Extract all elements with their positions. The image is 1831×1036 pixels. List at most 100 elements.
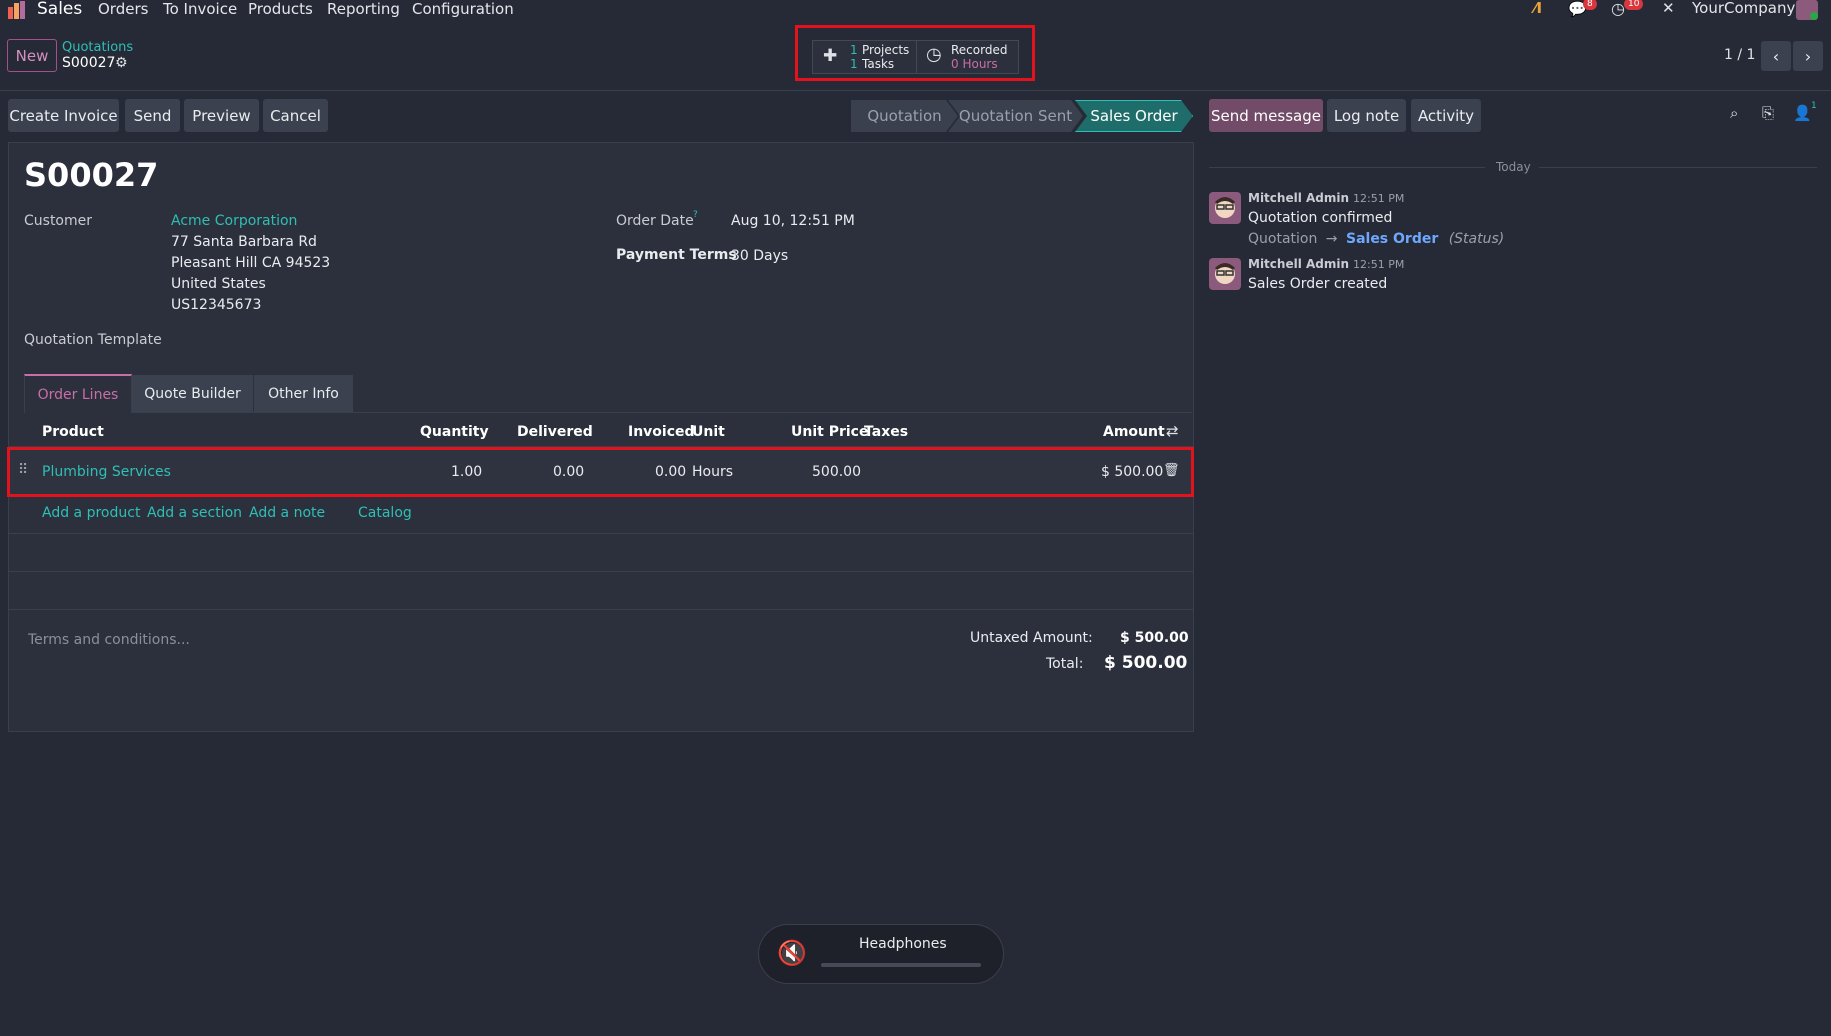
column-unit[interactable]: Unit xyxy=(692,424,725,440)
menu-orders[interactable]: Orders xyxy=(98,0,148,18)
column-product[interactable]: Product xyxy=(42,424,104,440)
arrow-right-icon: → xyxy=(1325,231,1338,247)
tracking-field: (Status) xyxy=(1448,231,1505,247)
breadcrumb-quotations[interactable]: Quotations xyxy=(62,40,133,55)
tab-other-info[interactable]: Other Info xyxy=(254,375,353,412)
message-body: Quotation confirmed xyxy=(1248,210,1393,226)
separator-line xyxy=(1209,167,1485,168)
total-value: $ 500.00 xyxy=(1104,653,1188,673)
total-label: Total: xyxy=(1046,656,1084,672)
add-section-link[interactable]: Add a section xyxy=(147,505,242,521)
column-quantity[interactable]: Quantity xyxy=(420,424,489,440)
customer-link[interactable]: Acme Corporation xyxy=(171,213,297,229)
sales-app-icon[interactable] xyxy=(8,1,26,19)
smart-buttons-highlight-box xyxy=(795,25,1035,81)
create-invoice-button[interactable]: Create Invoice xyxy=(8,99,119,132)
activity-button[interactable]: Activity xyxy=(1411,99,1481,132)
menu-reporting[interactable]: Reporting xyxy=(327,0,400,18)
record-title: S00027 xyxy=(24,156,159,194)
chevron-right-icon: › xyxy=(1804,46,1812,66)
stage-sales-order[interactable]: Sales Order xyxy=(1075,100,1193,132)
message-author[interactable]: Mitchell Admin 12:51 PM xyxy=(1248,257,1404,271)
tab-order-lines[interactable]: Order Lines xyxy=(24,374,132,413)
log-note-button[interactable]: Log note xyxy=(1327,99,1406,132)
pager-value[interactable]: 1 / 1 xyxy=(1724,47,1755,63)
payment-terms-value[interactable]: 30 Days xyxy=(731,248,788,264)
add-product-link[interactable]: Add a product xyxy=(42,505,140,521)
separator-line xyxy=(1539,167,1817,168)
audio-osd-popup: 🔇 Headphones xyxy=(758,924,1004,984)
send-button[interactable]: Send xyxy=(125,99,180,132)
volume-bar xyxy=(821,963,981,967)
user-avatar[interactable] xyxy=(1796,0,1818,20)
address-line-3: United States xyxy=(171,276,266,292)
tracking-old-value: Quotation xyxy=(1248,231,1318,247)
pager-next-button[interactable]: › xyxy=(1793,41,1823,71)
tracking-value: Quotation → Sales Order (Status) xyxy=(1248,231,1504,247)
tracking-new-value: Sales Order xyxy=(1345,231,1439,247)
cancel-button[interactable]: Cancel xyxy=(263,99,328,132)
author-avatar[interactable] xyxy=(1209,192,1241,224)
preview-button[interactable]: Preview xyxy=(184,99,259,132)
debug-tools-icon[interactable]: ✕ xyxy=(1662,0,1675,17)
ai-icon[interactable]: ⁄I xyxy=(1534,0,1542,17)
stage-quotation-sent[interactable]: Quotation Sent xyxy=(948,100,1083,132)
company-switcher[interactable]: YourCompany xyxy=(1692,0,1795,17)
address-line-4: US12345673 xyxy=(171,297,262,313)
column-delivered[interactable]: Delivered xyxy=(517,424,593,440)
top-navbar: Sales Orders To Invoice Products Reporti… xyxy=(0,0,1831,20)
audio-device-label: Headphones xyxy=(859,936,947,952)
message-author-name[interactable]: Mitchell Admin xyxy=(1248,191,1349,205)
speaker-muted-icon: 🔇 xyxy=(777,939,807,967)
search-icon[interactable]: ⌕ xyxy=(1730,104,1738,122)
row-divider xyxy=(8,533,1194,534)
followers-icon[interactable]: 👤 xyxy=(1793,104,1812,122)
menu-products[interactable]: Products xyxy=(248,0,313,18)
app-name[interactable]: Sales xyxy=(37,0,82,19)
send-message-button[interactable]: Send message xyxy=(1209,99,1323,132)
date-separator-label: Today xyxy=(1496,160,1531,174)
column-invoiced[interactable]: Invoiced xyxy=(628,424,695,440)
terms-and-conditions-input[interactable]: Terms and conditions... xyxy=(28,632,190,648)
column-unit-price[interactable]: Unit Price xyxy=(791,424,868,440)
payment-terms-label: Payment Terms xyxy=(616,247,737,263)
message-time: 12:51 PM xyxy=(1353,258,1405,271)
column-taxes[interactable]: Taxes xyxy=(864,424,908,440)
order-date-help-icon[interactable]: ? xyxy=(693,210,698,220)
menu-to-invoice[interactable]: To Invoice xyxy=(163,0,237,18)
tabs-divider xyxy=(24,412,1192,413)
tab-quote-builder[interactable]: Quote Builder xyxy=(132,375,253,412)
add-note-link[interactable]: Add a note xyxy=(249,505,325,521)
record-actions-gear-icon[interactable]: ⚙ xyxy=(115,55,128,71)
order-date-value[interactable]: Aug 10, 12:51 PM xyxy=(731,213,855,229)
row-divider xyxy=(8,571,1194,572)
catalog-link[interactable]: Catalog xyxy=(358,505,412,521)
address-line-2: Pleasant Hill CA 94523 xyxy=(171,255,331,271)
untaxed-amount-label: Untaxed Amount: xyxy=(970,630,1093,646)
order-line-highlight-box xyxy=(7,447,1194,497)
messages-badge: 8 xyxy=(1583,0,1597,10)
column-amount[interactable]: Amount xyxy=(1103,424,1165,440)
message-body: Sales Order created xyxy=(1248,276,1388,292)
address-line-1: 77 Santa Barbara Rd xyxy=(171,234,317,250)
followers-count: 1 xyxy=(1811,101,1817,111)
customer-label: Customer xyxy=(24,213,93,229)
menu-configuration[interactable]: Configuration xyxy=(412,0,514,18)
optional-columns-toggle-icon[interactable]: ⇄ xyxy=(1166,422,1179,440)
chevron-left-icon: ‹ xyxy=(1772,46,1780,66)
row-divider xyxy=(8,609,1194,610)
activities-clock-icon[interactable]: ◷ xyxy=(1611,0,1625,18)
author-avatar[interactable] xyxy=(1209,258,1241,290)
message-author-name[interactable]: Mitchell Admin xyxy=(1248,257,1349,271)
order-date-label: Order Date xyxy=(616,213,694,229)
new-button[interactable]: New xyxy=(7,39,57,72)
pager-previous-button[interactable]: ‹ xyxy=(1761,41,1791,71)
breadcrumb-current-record: S00027 xyxy=(62,55,116,71)
message-author[interactable]: Mitchell Admin 12:51 PM xyxy=(1248,191,1404,205)
activities-badge: 10 xyxy=(1624,0,1644,10)
stage-quotation[interactable]: Quotation xyxy=(851,100,958,132)
message-time: 12:51 PM xyxy=(1353,192,1405,205)
untaxed-amount-value: $ 500.00 xyxy=(1120,630,1189,646)
quotation-template-label: Quotation Template xyxy=(24,332,162,348)
paperclip-icon[interactable]: ⎘ xyxy=(1762,104,1774,122)
